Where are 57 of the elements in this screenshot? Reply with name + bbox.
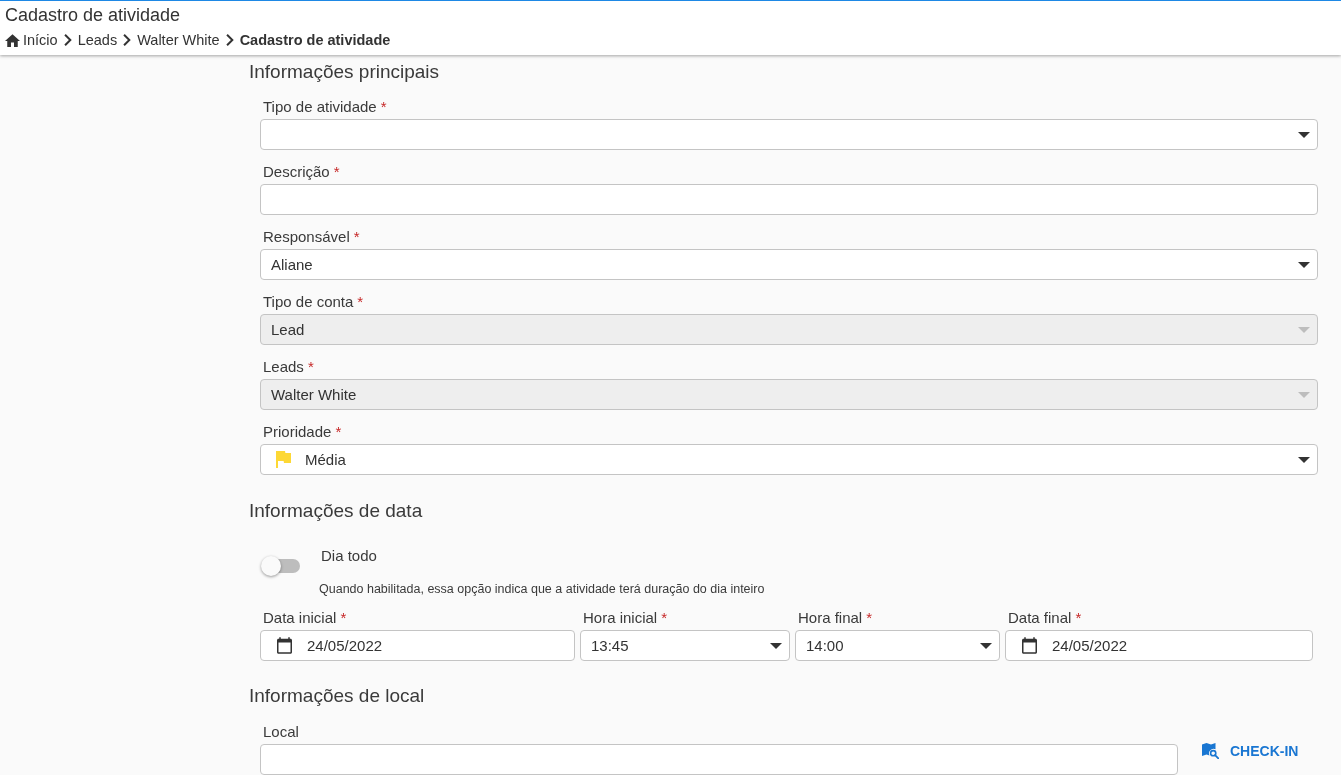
calendar-icon (277, 637, 292, 654)
required-marker: * (357, 292, 364, 312)
dropdown-field[interactable]: Aliane (260, 249, 1318, 280)
breadcrumb-link[interactable]: Início (5, 30, 58, 50)
breadcrumb-current: Cadastro de atividade (239, 31, 391, 50)
section-title: Informações de data (249, 499, 424, 523)
chevron-right-icon (225, 34, 234, 46)
required-marker: * (661, 608, 668, 628)
caret-down-icon (1298, 131, 1310, 138)
required-marker: * (866, 608, 873, 628)
caret-down-icon (980, 642, 992, 649)
field-label: Prioridade (263, 422, 332, 442)
field-label: Responsável (263, 227, 350, 247)
required-marker: * (1075, 608, 1082, 628)
toggle-switch[interactable] (260, 556, 302, 576)
caret-down-icon (1298, 261, 1310, 268)
chevron-right-icon (123, 34, 132, 46)
caret-down-icon (1298, 326, 1310, 333)
dropdown-field[interactable]: Média (260, 444, 1318, 475)
text-field[interactable] (260, 184, 1318, 215)
field-label: Leads (263, 357, 304, 377)
required-marker: * (307, 357, 314, 377)
chevron-right-icon (63, 34, 72, 46)
field-label: Data final (1008, 608, 1072, 628)
breadcrumb-link[interactable]: Walter White (137, 30, 220, 50)
toggle-label: Dia todo (320, 546, 378, 566)
caret-down-icon (1298, 391, 1310, 398)
flag-icon (276, 451, 291, 468)
field-label: Hora inicial (583, 608, 658, 628)
home-icon (5, 33, 20, 47)
required-marker: * (380, 97, 387, 117)
field-label: Local (263, 722, 299, 742)
required-marker: * (335, 422, 342, 442)
field-label: Tipo de conta (263, 292, 354, 312)
field-label: Hora final (798, 608, 863, 628)
required-marker: * (333, 162, 340, 182)
dropdown-field[interactable]: 14:00 (795, 630, 1000, 661)
calendar-icon (1022, 637, 1037, 654)
section-title: Informações principais (249, 60, 441, 84)
required-marker: * (340, 608, 347, 628)
date-field[interactable]: 24/05/2022 (260, 630, 575, 661)
help-text: Quando habilitada, essa opção indica que a atividade terá duração do dia inteiro (319, 581, 765, 598)
breadcrumb-link[interactable]: Leads (77, 30, 118, 50)
section-title: Informações de local (249, 684, 426, 708)
dropdown-field[interactable] (260, 119, 1318, 150)
check-in-button[interactable]: CHECK-IN (1192, 736, 1309, 765)
text-field[interactable] (260, 744, 1178, 775)
field-label: Data inicial (263, 608, 337, 628)
map-search-icon (1202, 742, 1219, 759)
caret-down-icon (1298, 456, 1310, 463)
field-label: Tipo de atividade (263, 97, 377, 117)
required-marker: * (353, 227, 360, 247)
field-label: Descrição (263, 162, 330, 182)
date-field[interactable]: 24/05/2022 (1005, 630, 1313, 661)
page-title: Cadastro de atividade (5, 4, 182, 26)
dropdown-field[interactable]: 13:45 (580, 630, 790, 661)
caret-down-icon (770, 642, 782, 649)
